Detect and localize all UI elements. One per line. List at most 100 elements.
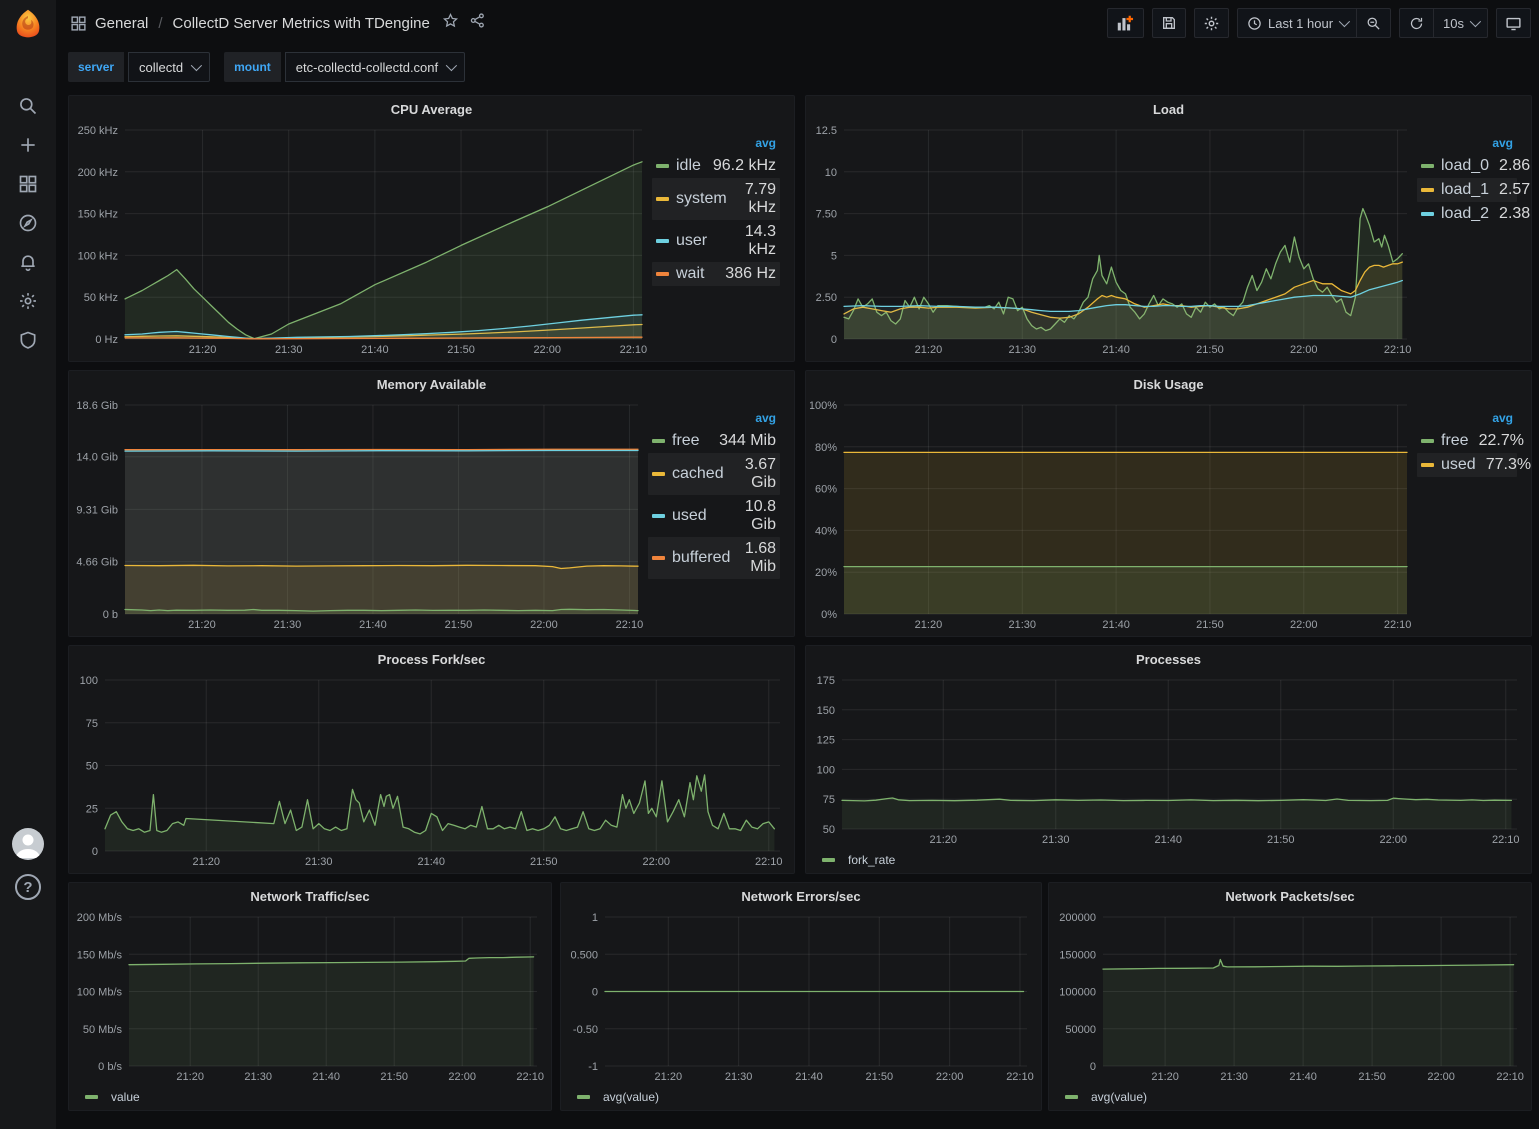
processes-chart[interactable]: 21:2021:3021:4021:5022:0022:105075100125… [810, 672, 1527, 849]
svg-text:0 Hz: 0 Hz [95, 334, 118, 346]
legend-item-load_1[interactable]: load_12.57 [1417, 178, 1517, 202]
user-avatar[interactable] [12, 828, 44, 860]
panel-network-traffic: Network Traffic/sec 21:2021:3021:4021:50… [68, 882, 552, 1111]
legend-series-avg: 2.38 [1499, 205, 1530, 223]
legend-swatch [1421, 164, 1434, 168]
network-traffic-chart[interactable]: 21:2021:3021:4021:5022:0022:100 b/s50 Mb… [73, 909, 547, 1086]
legend-item-avg(value)[interactable]: avg(value) [577, 1090, 659, 1104]
legend-item-wait[interactable]: wait386 Hz [652, 262, 780, 286]
svg-text:150: 150 [817, 705, 835, 717]
series-line-used [125, 451, 638, 452]
svg-text:50: 50 [823, 824, 835, 836]
time-range-picker[interactable]: Last 1 hour [1238, 9, 1356, 37]
load-chart[interactable]: 21:2021:3021:4021:5022:0022:1002.5057.50… [810, 122, 1417, 359]
share-icon[interactable] [469, 12, 486, 34]
svg-text:21:30: 21:30 [1009, 344, 1037, 356]
svg-text:22:00: 22:00 [1290, 619, 1318, 631]
svg-text:100%: 100% [810, 400, 837, 412]
svg-text:40%: 40% [815, 525, 837, 537]
legend-item-buffered[interactable]: buffered1.68 Mib [648, 537, 780, 579]
panel-disk-usage: Disk Usage 21:2021:3021:4021:5022:0022:1… [805, 370, 1532, 637]
star-icon[interactable] [442, 12, 459, 34]
server-admin-shield-icon[interactable] [0, 320, 56, 359]
search-icon[interactable] [0, 86, 56, 125]
cpu-average-chart[interactable]: 21:2021:3021:4021:5022:0022:100 Hz50 kHz… [73, 122, 652, 359]
panel-title[interactable]: Network Packets/sec [1049, 883, 1531, 909]
legend-item-free[interactable]: free344 Mib [648, 429, 780, 453]
legend-swatch [656, 239, 669, 243]
svg-text:175: 175 [817, 675, 835, 687]
legend-swatch [1065, 1095, 1078, 1099]
chevron-down-icon [1339, 16, 1350, 27]
create-plus-icon[interactable] [0, 125, 56, 164]
panel-title[interactable]: Memory Available [69, 371, 794, 397]
svg-text:21:50: 21:50 [1196, 619, 1224, 631]
legend-item-used[interactable]: used10.8 Gib [648, 495, 780, 537]
legend-series-name: user [676, 232, 707, 250]
legend-item-idle[interactable]: idle96.2 kHz [652, 154, 780, 178]
legend-item-user[interactable]: user14.3 kHz [652, 220, 780, 262]
variable-server: server collectd [68, 52, 210, 82]
legend-item-load_0[interactable]: load_02.86 [1417, 154, 1517, 178]
svg-text:25: 25 [86, 803, 98, 815]
legend-swatch [1421, 212, 1434, 216]
alerting-bell-icon[interactable] [0, 242, 56, 281]
chart-svg: 21:2021:3021:4021:5022:0022:100 b/s50 Mb… [73, 909, 547, 1086]
variable-mount: mount etc-collectd-collectd.conf [224, 52, 465, 82]
svg-text:21:40: 21:40 [417, 856, 445, 868]
legend-item-value[interactable]: value [85, 1090, 140, 1104]
legend-series-name: cached [672, 465, 724, 483]
svg-text:200 Mb/s: 200 Mb/s [77, 912, 123, 924]
memory-available-chart[interactable]: 21:2021:3021:4021:5022:0022:100 b4.66 Gi… [73, 397, 648, 634]
panel-title[interactable]: Processes [806, 646, 1531, 672]
legend-series-name: load_1 [1441, 181, 1489, 199]
variable-server-value[interactable]: collectd [128, 52, 210, 82]
dashboards-icon[interactable] [0, 164, 56, 203]
refresh-interval-picker[interactable]: 10s [1433, 9, 1487, 37]
configuration-gear-icon[interactable] [0, 281, 56, 320]
svg-text:12.5: 12.5 [816, 125, 837, 137]
legend-swatch [652, 439, 665, 443]
panel-title[interactable]: Process Fork/sec [69, 646, 794, 672]
add-panel-button[interactable] [1107, 8, 1144, 38]
series-fill-value [129, 957, 534, 1066]
page-title[interactable]: CollectD Server Metrics with TDengine [173, 15, 430, 32]
svg-text:21:50: 21:50 [445, 619, 473, 631]
svg-text:22:10: 22:10 [1006, 1071, 1034, 1083]
disk-usage-chart[interactable]: 21:2021:3021:4021:5022:0022:100%20%40%60… [810, 397, 1417, 634]
panel-title[interactable]: Network Errors/sec [561, 883, 1041, 909]
legend-item-free[interactable]: free22.7% [1417, 429, 1517, 453]
legend-series-name: value [111, 1090, 140, 1104]
chevron-down-icon [1470, 16, 1481, 27]
cycle-view-mode-button[interactable] [1496, 8, 1531, 38]
panel-title[interactable]: Network Traffic/sec [69, 883, 551, 909]
help-icon[interactable]: ? [15, 874, 41, 900]
svg-text:100000: 100000 [1059, 987, 1096, 999]
svg-text:21:20: 21:20 [176, 1071, 204, 1083]
chart-svg: 21:2021:3021:4021:5022:0022:100 b4.66 Gi… [73, 397, 648, 634]
panel-title[interactable]: Disk Usage [806, 371, 1531, 397]
panel-title[interactable]: CPU Average [69, 96, 794, 122]
dashboard-settings-button[interactable] [1194, 8, 1229, 38]
legend-item-avg(value)[interactable]: avg(value) [1065, 1090, 1147, 1104]
legend-item-system[interactable]: system7.79 kHz [652, 178, 780, 220]
refresh-button[interactable] [1400, 9, 1433, 37]
grafana-logo[interactable] [0, 0, 56, 50]
legend-item-fork_rate[interactable]: fork_rate [822, 853, 895, 867]
breadcrumb-section[interactable]: General [95, 15, 148, 32]
legend-item-cached[interactable]: cached3.67 Gib [648, 453, 780, 495]
variables-submenu: server collectd mount etc-collectd-colle… [56, 48, 1539, 86]
save-dashboard-button[interactable] [1152, 8, 1186, 38]
panel-title[interactable]: Load [806, 96, 1531, 122]
legend-item-load_2[interactable]: load_22.38 [1417, 202, 1517, 226]
svg-text:22:00: 22:00 [530, 619, 558, 631]
dashboard-grid-icon [70, 15, 87, 32]
legend-item-used[interactable]: used77.3% [1417, 453, 1517, 477]
network-errors-chart[interactable]: 21:2021:3021:4021:5022:0022:10-1-0.5000.… [565, 909, 1037, 1086]
zoom-out-button[interactable] [1356, 9, 1390, 37]
process-fork-chart[interactable]: 21:2021:3021:4021:5022:0022:100255075100 [73, 672, 790, 871]
explore-compass-icon[interactable] [0, 203, 56, 242]
network-packets-chart[interactable]: 21:2021:3021:4021:5022:0022:100500001000… [1053, 909, 1527, 1086]
variable-mount-value[interactable]: etc-collectd-collectd.conf [285, 52, 465, 82]
legend-series-avg: 1.68 Mib [740, 540, 776, 576]
